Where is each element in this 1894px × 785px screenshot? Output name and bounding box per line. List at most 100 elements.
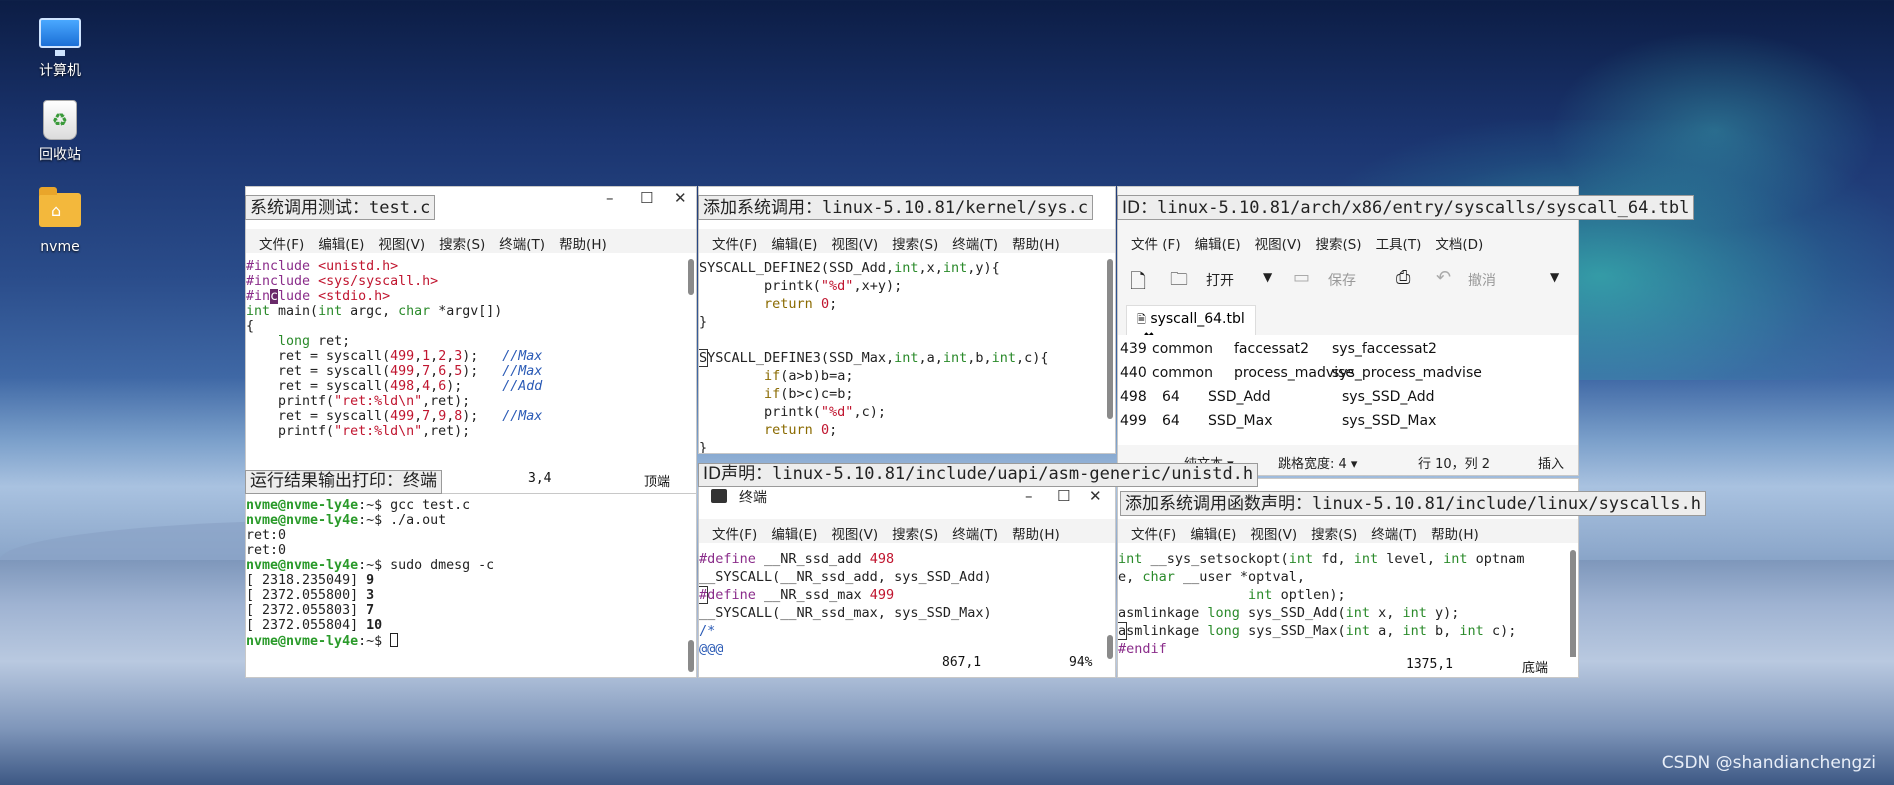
terminal-line: [ 2372.055804] 10 bbox=[246, 618, 686, 633]
minimize-icon[interactable]: – bbox=[1025, 487, 1033, 505]
window-caption-syscalls-h: 添加系统调用函数声明：linux-5.10.81/include/linux/s… bbox=[1120, 491, 1706, 516]
insert-mode: 插入 bbox=[1538, 457, 1565, 472]
table-row[interactable]: 499 64 SSD_Max sys_SSD_Max bbox=[1118, 413, 1578, 435]
terminal-line: nvme@nvme-ly4e:~$ bbox=[246, 633, 686, 649]
menu-view[interactable]: 视图(V) bbox=[1243, 519, 1304, 543]
menu-file[interactable]: 文件(F) bbox=[705, 519, 764, 543]
open-folder-icon[interactable]: 🗀 bbox=[1170, 267, 1188, 297]
print-icon[interactable]: ⎙ bbox=[1396, 267, 1410, 288]
menu-edit[interactable]: 编辑(E) bbox=[311, 229, 371, 253]
menu-help[interactable]: 帮助(H) bbox=[1424, 519, 1486, 543]
scroll-position: 顶端 bbox=[644, 475, 671, 490]
open-button[interactable]: 打开 bbox=[1206, 270, 1234, 290]
home-folder-icon: ⌂ bbox=[39, 187, 81, 227]
command-text: :~$ ./a.out bbox=[358, 513, 447, 528]
terminal-line: ret:0 bbox=[246, 543, 287, 558]
scrollbar[interactable] bbox=[1107, 635, 1113, 659]
menu-search[interactable]: 搜索(S) bbox=[885, 519, 945, 543]
scrollbar[interactable] bbox=[1107, 259, 1113, 419]
code-area[interactable]: #include <unistd.h> #include <sys/syscal… bbox=[246, 259, 686, 439]
desktop-icon-computer[interactable]: 计算机 bbox=[20, 18, 100, 80]
menu-view[interactable]: 视图(V) bbox=[371, 229, 432, 253]
new-document-icon[interactable]: 🗋 bbox=[1130, 267, 1146, 301]
desktop-icon-trash[interactable]: ♻ 回收站 bbox=[20, 100, 100, 164]
scroll-percent: 94% bbox=[1069, 655, 1093, 670]
table-cell: common bbox=[1152, 365, 1213, 381]
menu-file[interactable]: 文件(F) bbox=[1124, 519, 1183, 543]
undo-icon[interactable]: ↶ bbox=[1436, 267, 1451, 288]
scrollbar[interactable] bbox=[1570, 550, 1576, 670]
table-cell: sys_SSD_Max bbox=[1342, 413, 1437, 429]
scrollbar[interactable] bbox=[688, 259, 694, 295]
menu-edit[interactable]: 编辑(E) bbox=[1183, 519, 1243, 543]
table-row[interactable]: 439 common faccessat2 sys_faccessat2 bbox=[1118, 341, 1578, 363]
tab-width-select[interactable]: 跳格宽度: 4 ▾ bbox=[1278, 453, 1357, 472]
menu-documents[interactable]: 文档(D) bbox=[1428, 229, 1490, 253]
scrollbar[interactable] bbox=[688, 640, 694, 672]
terminal-output[interactable]: nvme@nvme-ly4e:~$ gcc test.c nvme@nvme-ly… bbox=[246, 498, 686, 649]
syscall-tbl-editor-window: 文件 (F) 编辑(E) 视图(V) 搜索(S) 工具(T) 文档(D) 🗋 🗀 打开 ▼… bbox=[1117, 186, 1579, 476]
menu-search[interactable]: 搜索(S) bbox=[1304, 519, 1364, 543]
menu-edit[interactable]: 编辑(E) bbox=[764, 229, 824, 253]
test-c-editor-window: – ☐ ✕ 文件(F) 编辑(E) 视图(V) 搜索(S) 终端(T) 帮助(H) #in… bbox=[245, 186, 697, 494]
table-cell: 64 bbox=[1162, 389, 1180, 405]
menu-terminal[interactable]: 终端(T) bbox=[1364, 519, 1424, 543]
cursor-position: 行 10，列 2 bbox=[1418, 457, 1491, 472]
table-cell: 64 bbox=[1162, 413, 1180, 429]
code-area[interactable]: #define __NR_ssd_add 498 __SYSCALL(__NR_… bbox=[699, 550, 1105, 658]
menu-edit[interactable]: 编辑(E) bbox=[1188, 229, 1248, 253]
menu-edit[interactable]: 编辑(E) bbox=[764, 519, 824, 543]
table-area[interactable]: 439 common faccessat2 sys_faccessat2 440 comm… bbox=[1118, 335, 1578, 445]
table-row[interactable]: 440 common process_madvise sys_process_madv… bbox=[1118, 365, 1578, 387]
command-text: :~$ bbox=[358, 634, 391, 649]
menu-terminal[interactable]: 终端(T) bbox=[945, 519, 1005, 543]
terminal-line: [ 2372.055800] 3 bbox=[246, 588, 686, 603]
window-caption-terminal: 运行结果输出打印：终端 bbox=[245, 470, 442, 494]
prompt-user: nvme@nvme-ly4e bbox=[246, 558, 359, 573]
undo-dropdown-icon[interactable]: ▼ bbox=[1550, 270, 1559, 284]
terminal-line: [ 2372.055803] 7 bbox=[246, 603, 686, 618]
menu-help[interactable]: 帮助(H) bbox=[1005, 519, 1067, 543]
desktop-icon-nvme[interactable]: ⌂ nvme bbox=[20, 187, 100, 255]
cursor-position: 867,1 bbox=[942, 655, 982, 670]
save-button[interactable]: 保存 bbox=[1328, 270, 1356, 290]
dmesg-timestamp: [ 2372.055800] bbox=[246, 588, 367, 603]
code-area[interactable]: SYSCALL_DEFINE2(SSD_Add,int,x,int,y){ pr… bbox=[699, 259, 1105, 453]
menu-help[interactable]: 帮助(H) bbox=[552, 229, 614, 253]
recycle-bin-icon: ♻ bbox=[43, 100, 77, 140]
menu-terminal[interactable]: 终端(T) bbox=[945, 229, 1005, 253]
table-row[interactable]: 498 64 SSD_Add sys_SSD_Add bbox=[1118, 389, 1578, 411]
tab-syscall-tbl[interactable]: 🗎 syscall_64.tbl ✖ bbox=[1126, 305, 1256, 346]
minimize-icon[interactable]: – bbox=[606, 189, 614, 207]
menu-file[interactable]: 文件(F) bbox=[252, 229, 311, 253]
maximize-icon[interactable]: ☐ bbox=[1057, 487, 1070, 505]
menu-terminal[interactable]: 终端(T) bbox=[492, 229, 552, 253]
menu-search[interactable]: 搜索(S) bbox=[885, 229, 945, 253]
open-dropdown-icon[interactable]: ▼ bbox=[1263, 270, 1272, 284]
menu-search[interactable]: 搜索(S) bbox=[1308, 229, 1368, 253]
table-cell: 440 bbox=[1120, 365, 1147, 381]
code-area[interactable]: int __sys_setsockopt(int fd, int level, … bbox=[1118, 550, 1568, 658]
save-icon[interactable]: ▭ bbox=[1293, 267, 1310, 288]
undo-button[interactable]: 撤消 bbox=[1468, 270, 1496, 290]
close-icon[interactable]: ✕ bbox=[1089, 487, 1102, 505]
terminal-line: [ 2318.235049] 9 bbox=[246, 573, 686, 588]
menu-search[interactable]: 搜索(S) bbox=[432, 229, 492, 253]
dmesg-value: 10 bbox=[366, 618, 383, 633]
computer-icon bbox=[39, 18, 81, 56]
dmesg-value: 9 bbox=[366, 573, 375, 588]
menu-file[interactable]: 文件 (F) bbox=[1124, 229, 1188, 253]
menu-view[interactable]: 视图(V) bbox=[824, 519, 885, 543]
command-text: :~$ gcc test.c bbox=[358, 498, 471, 513]
prompt-user: nvme@nvme-ly4e bbox=[246, 634, 359, 649]
menu-file[interactable]: 文件(F) bbox=[705, 229, 764, 253]
menu-help[interactable]: 帮助(H) bbox=[1005, 229, 1067, 253]
prompt-user: nvme@nvme-ly4e bbox=[246, 498, 359, 513]
maximize-icon[interactable]: ☐ bbox=[640, 189, 653, 207]
desktop-icon-label: nvme bbox=[40, 239, 80, 255]
table-cell: SSD_Add bbox=[1208, 389, 1271, 405]
close-icon[interactable]: ✕ bbox=[674, 189, 687, 207]
menu-view[interactable]: 视图(V) bbox=[1248, 229, 1309, 253]
menu-view[interactable]: 视图(V) bbox=[824, 229, 885, 253]
menu-tools[interactable]: 工具(T) bbox=[1369, 229, 1429, 253]
